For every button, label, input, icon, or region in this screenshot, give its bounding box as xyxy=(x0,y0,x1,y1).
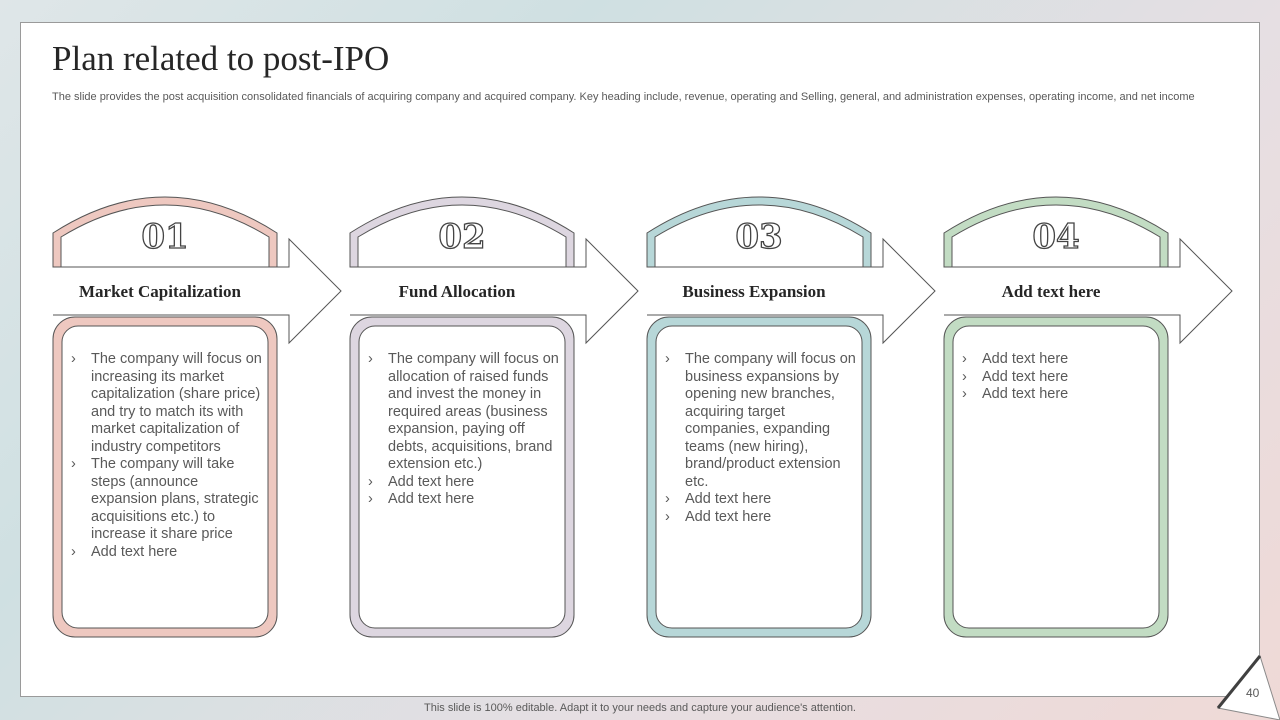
list-item: › Add text here xyxy=(71,543,178,560)
chevron-right-icon: › xyxy=(368,491,373,507)
list-item: › Add text here xyxy=(962,368,1069,385)
list-item: › The company will focus on business expa… xyxy=(665,351,856,490)
chevron-right-icon: › xyxy=(962,368,967,385)
step-number-2: 02 xyxy=(438,217,485,257)
step-card-4: 04 xyxy=(943,196,1233,638)
chevron-right-icon: › xyxy=(962,351,967,367)
chevron-right-icon: › xyxy=(665,491,670,507)
list-item: › The company will take steps (announce e… xyxy=(71,456,259,542)
chevron-right-icon: › xyxy=(71,351,76,367)
chevron-right-icon: › xyxy=(962,386,967,402)
step-list-2: › The company will focus on allocation of… xyxy=(368,351,564,509)
list-item: › Add text here xyxy=(665,508,772,525)
step-heading-2: Fund Allocation xyxy=(398,282,516,301)
step-heading-1: Market Capitalization xyxy=(79,282,241,301)
chevron-right-icon: › xyxy=(665,351,670,367)
list-item: › Add text here xyxy=(962,386,1069,402)
step-list-3: › The company will focus on business expa… xyxy=(665,351,861,526)
chevron-right-icon: › xyxy=(71,543,76,560)
slide-footer: This slide is 100% editable. Adapt it to… xyxy=(424,702,856,714)
step-number-4: 04 xyxy=(1032,217,1079,257)
chevron-right-icon: › xyxy=(368,473,373,490)
page-number: 40 xyxy=(1246,686,1260,700)
step-heading-4: Add text here xyxy=(1001,282,1101,301)
chevron-right-icon: › xyxy=(665,508,670,525)
list-item: › Add text here xyxy=(368,473,475,490)
step-heading-3: Business Expansion xyxy=(682,282,826,301)
chevron-right-icon: › xyxy=(71,456,76,472)
step-list-4: › Add text here › Add text here › Add text … xyxy=(962,351,1158,404)
chevron-right-icon: › xyxy=(368,351,373,367)
list-item: › Add text here xyxy=(368,491,475,507)
list-item: › The company will focus on increasing it… xyxy=(71,351,262,455)
list-item: › The company will focus on allocation of… xyxy=(368,351,559,472)
list-item: › Add text here xyxy=(962,351,1069,367)
step-number-1: 01 xyxy=(141,217,188,257)
step-list-1: › The company will focus on increasing it… xyxy=(71,351,267,561)
slide-frame: Plan related to post-IPO The slide provi… xyxy=(20,22,1260,697)
step-number-3: 03 xyxy=(735,217,782,257)
list-item: › Add text here xyxy=(665,491,772,507)
